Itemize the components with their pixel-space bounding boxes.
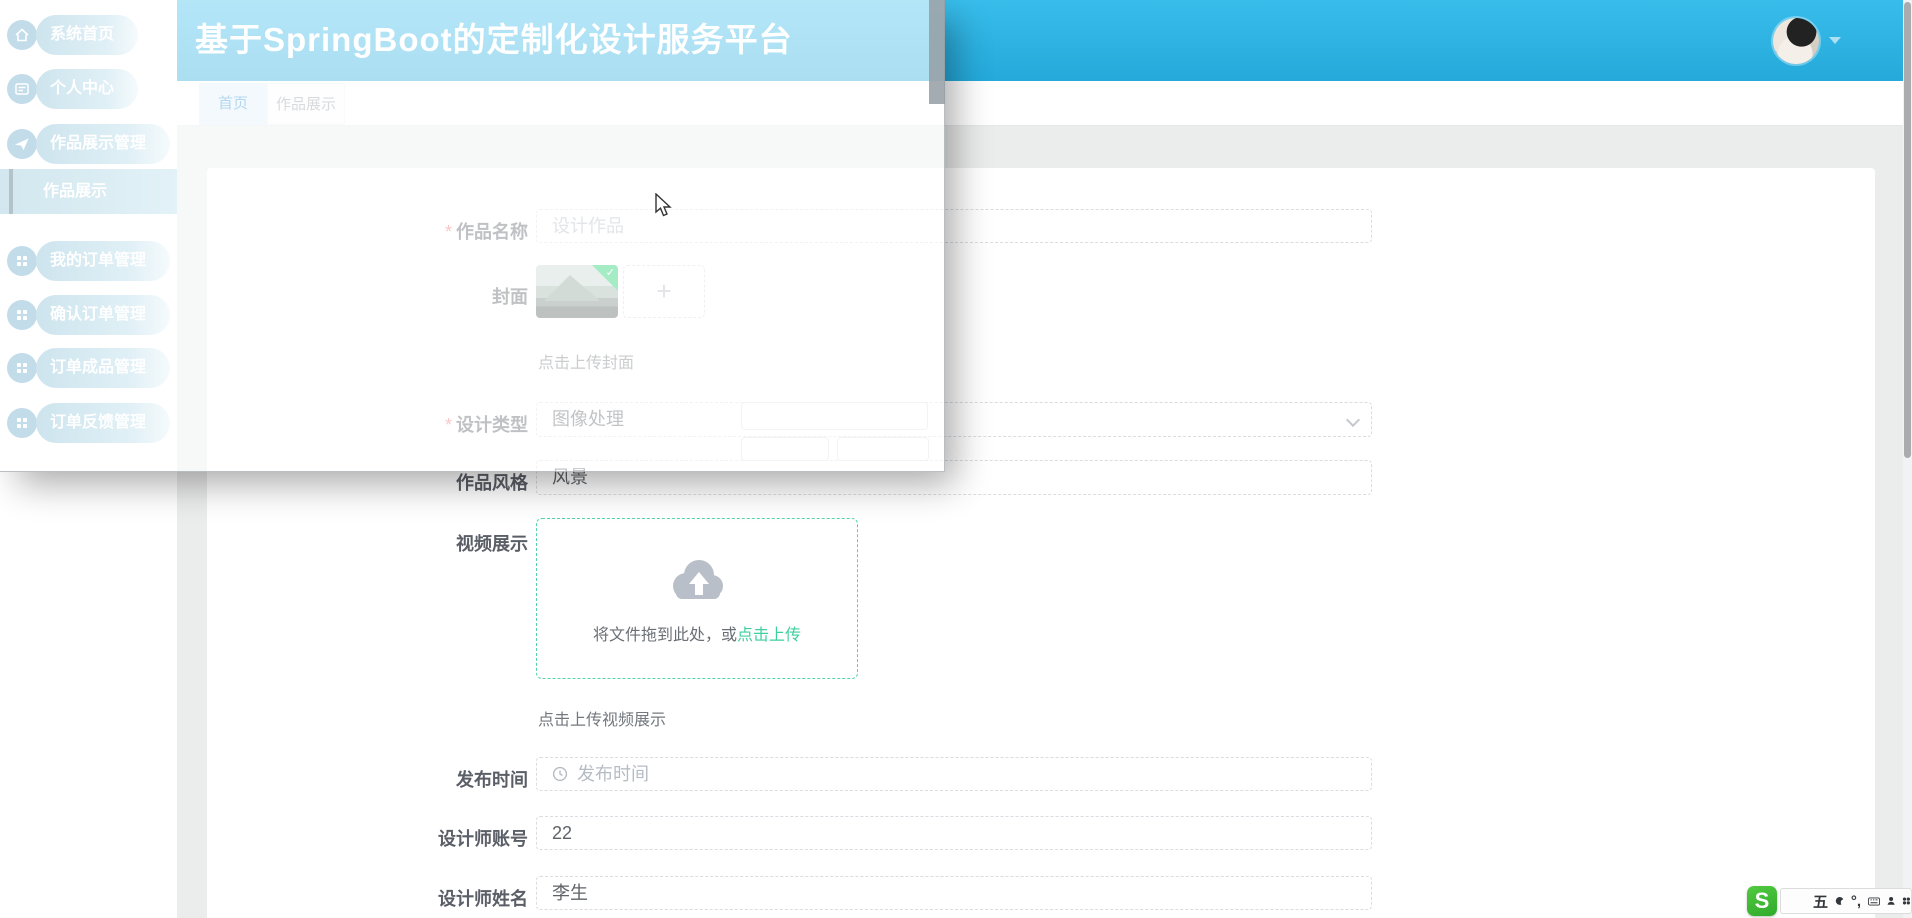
- screen: 系统首页 个人中心 作品展示管理 作品展示 我的订单管理: [0, 0, 1912, 918]
- ime-toolbar[interactable]: S 五 °,: [1747, 886, 1912, 916]
- field-label-designer-name: 设计师姓名: [438, 889, 528, 909]
- page-scrollbar-thumb[interactable]: [1904, 2, 1911, 458]
- page-scrollbar[interactable]: [1903, 0, 1912, 918]
- dropdown-panel-fragment: [742, 403, 927, 429]
- upload-cloud-icon: [673, 560, 723, 599]
- dropdown-panel-fragment: [742, 438, 828, 460]
- designer-account-input[interactable]: 22: [536, 816, 1372, 850]
- video-upload-dropzone[interactable]: 将文件拖到此处，或点击上传: [536, 518, 858, 679]
- chevron-down-icon[interactable]: [1829, 37, 1841, 44]
- toolbox-grid-icon[interactable]: [1902, 894, 1911, 908]
- overlay-scrollbar-thumb[interactable]: [929, 0, 945, 104]
- field-label-designer-account: 设计师账号: [438, 829, 528, 849]
- avatar[interactable]: [1773, 18, 1819, 64]
- publish-time-input[interactable]: 发布时间: [536, 757, 1372, 791]
- drag-hint-text: 将文件拖到此处，或点击上传: [592, 627, 802, 644]
- mouse-cursor: [655, 193, 672, 217]
- publish-time-placeholder: 发布时间: [577, 764, 649, 784]
- sogou-logo-icon[interactable]: S: [1747, 886, 1777, 916]
- clock-icon: [552, 766, 568, 782]
- dropdown-panel-fragment: [838, 438, 928, 460]
- ime-mode-indicator[interactable]: 五: [1813, 891, 1828, 912]
- translucent-overlay: [0, 0, 945, 472]
- field-label-style: 作品风格: [456, 473, 528, 493]
- field-label-video: 视频展示: [456, 534, 528, 554]
- ime-punctuation-indicator[interactable]: °,: [1851, 893, 1861, 910]
- moon-icon[interactable]: [1835, 894, 1844, 908]
- designer-name-input[interactable]: 李生: [536, 876, 1372, 910]
- field-label-publish-time: 发布时间: [456, 770, 528, 790]
- user-icon[interactable]: [1887, 894, 1895, 908]
- keyboard-icon[interactable]: [1868, 895, 1880, 908]
- video-upload-hint: 点击上传视频展示: [538, 712, 667, 729]
- click-upload-link[interactable]: 点击上传: [737, 627, 801, 644]
